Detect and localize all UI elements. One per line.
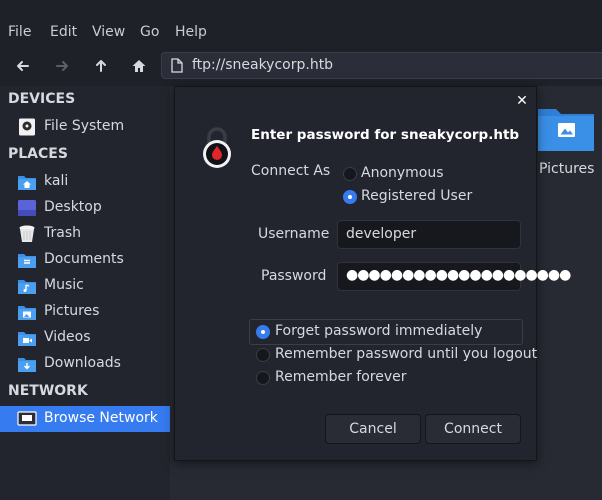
home-folder-icon bbox=[18, 176, 36, 190]
up-button[interactable] bbox=[85, 50, 117, 82]
videos-folder-icon bbox=[18, 332, 36, 346]
sidebar-item-label: Videos bbox=[44, 329, 91, 345]
radio-label-forget-immediately[interactable]: Forget password immediately bbox=[275, 323, 482, 339]
arrow-right-icon bbox=[56, 61, 68, 71]
trash-icon bbox=[19, 225, 35, 242]
sidebar-item-label: Trash bbox=[44, 225, 81, 241]
radio-label-registered-user[interactable]: Registered User bbox=[361, 188, 472, 204]
radio-label-remember-until-logout[interactable]: Remember password until you logout bbox=[275, 346, 537, 362]
pictures-folder-icon bbox=[18, 306, 36, 320]
username-field[interactable]: developer bbox=[337, 220, 521, 249]
sidebar-item-pictures[interactable]: Pictures bbox=[0, 299, 170, 325]
sidebar-item-kali[interactable]: kali bbox=[0, 169, 170, 195]
menu-help[interactable]: Help bbox=[175, 24, 207, 40]
password-label: Password bbox=[261, 268, 327, 284]
sidebar-item-browse-network[interactable]: Browse Network bbox=[0, 406, 170, 432]
radio-registered-user[interactable] bbox=[343, 190, 357, 204]
section-devices: DEVICES bbox=[8, 91, 76, 107]
radio-remember-forever[interactable] bbox=[256, 371, 270, 385]
drive-icon bbox=[19, 118, 35, 136]
file-icon bbox=[171, 58, 183, 73]
forward-button[interactable] bbox=[46, 50, 78, 82]
menu-bar: File Edit View Go Help bbox=[0, 0, 602, 46]
desktop-icon bbox=[18, 200, 36, 216]
location-bar[interactable]: ftp://sneakycorp.htb bbox=[161, 52, 602, 79]
sidebar-item-desktop[interactable]: Desktop bbox=[0, 195, 170, 221]
music-folder-icon bbox=[18, 280, 36, 294]
location-text: ftp://sneakycorp.htb bbox=[192, 57, 334, 73]
toolbar: ftp://sneakycorp.htb bbox=[0, 46, 602, 86]
sidebar-item-label: File System bbox=[44, 118, 125, 134]
dialog-title: Enter password for sneakycorp.htb bbox=[251, 127, 520, 143]
password-value: ●●●●●●●●●●●●●●●●●●●● bbox=[346, 267, 571, 283]
close-icon: ✕ bbox=[516, 93, 528, 109]
back-button[interactable] bbox=[7, 50, 39, 82]
arrow-left-icon bbox=[17, 61, 29, 71]
arrow-up-icon bbox=[96, 60, 106, 72]
section-network: NETWORK bbox=[8, 383, 88, 399]
connect-as-label: Connect As bbox=[251, 163, 331, 179]
sidebar-item-documents[interactable]: Documents bbox=[0, 247, 170, 273]
sidebar-item-label: Browse Network bbox=[44, 410, 158, 426]
sidebar-item-label: Desktop bbox=[44, 199, 102, 215]
radio-forget-immediately[interactable] bbox=[256, 325, 270, 339]
sidebar-item-label: kali bbox=[44, 173, 69, 189]
sidebar-item-file-system[interactable]: File System bbox=[0, 114, 170, 140]
downloads-folder-icon bbox=[18, 358, 36, 372]
radio-label-anonymous[interactable]: Anonymous bbox=[361, 165, 444, 181]
folder-label-pictures[interactable]: Pictures bbox=[539, 161, 594, 177]
section-places: PLACES bbox=[8, 146, 68, 162]
password-dialog: ✕ Enter password for sneakycorp.htb Conn… bbox=[174, 86, 571, 461]
documents-folder-icon bbox=[18, 254, 36, 268]
sidebar-item-music[interactable]: Music bbox=[0, 273, 170, 299]
sidebar-item-label: Music bbox=[44, 277, 84, 293]
pictures-folder-icon[interactable] bbox=[538, 103, 594, 153]
radio-label-remember-forever[interactable]: Remember forever bbox=[275, 369, 407, 385]
sidebar-item-label: Documents bbox=[44, 251, 124, 267]
menu-edit[interactable]: Edit bbox=[50, 24, 77, 40]
username-label: Username bbox=[258, 226, 330, 242]
sidebar: DEVICES File System PLACES kali Desktop … bbox=[0, 86, 170, 500]
cancel-button[interactable]: Cancel bbox=[325, 414, 421, 444]
home-icon bbox=[132, 60, 146, 72]
home-button[interactable] bbox=[123, 50, 155, 82]
radio-anonymous[interactable] bbox=[343, 167, 357, 181]
menu-go[interactable]: Go bbox=[140, 24, 159, 40]
sidebar-item-downloads[interactable]: Downloads bbox=[0, 351, 170, 377]
username-value: developer bbox=[346, 226, 417, 242]
close-button[interactable]: ✕ bbox=[514, 93, 530, 109]
menu-file[interactable]: File bbox=[8, 24, 31, 40]
sidebar-item-label: Pictures bbox=[44, 303, 100, 319]
sidebar-item-videos[interactable]: Videos bbox=[0, 325, 170, 351]
menu-view[interactable]: View bbox=[92, 24, 125, 40]
sidebar-item-label: Downloads bbox=[44, 355, 121, 371]
sidebar-item-trash[interactable]: Trash bbox=[0, 221, 170, 247]
network-icon bbox=[17, 411, 37, 426]
password-field[interactable]: ●●●●●●●●●●●●●●●●●●●● bbox=[337, 262, 571, 291]
connect-button[interactable]: Connect bbox=[425, 414, 521, 444]
lock-icon bbox=[203, 127, 231, 168]
radio-remember-until-logout[interactable] bbox=[256, 348, 270, 362]
